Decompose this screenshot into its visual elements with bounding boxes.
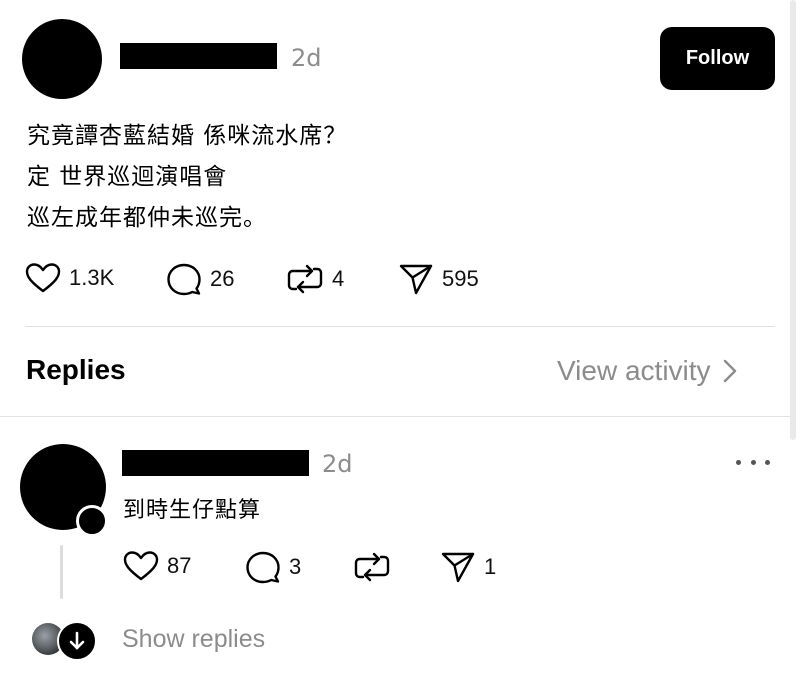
post-text-line: 定 世界巡迴演唱會 <box>27 164 228 190</box>
post-text: 究竟譚杏藍結婚 係咪流水席？ 定 世界巡迴演唱會 巡左成年都仲未巡完。 <box>27 116 347 239</box>
reply-text: 到時生仔點算 <box>123 498 262 523</box>
post-text-line: 究竟譚杏藍結婚 係咪流水席？ <box>27 123 348 149</box>
chevron-right-icon <box>723 359 737 383</box>
post-share-button[interactable]: 595 <box>398 262 479 296</box>
post-comment-button[interactable]: 26 <box>166 262 234 296</box>
reply-repost-button[interactable] <box>353 550 391 584</box>
post-repost-button[interactable]: 4 <box>286 262 344 296</box>
post-author-avatar[interactable] <box>22 19 102 99</box>
view-activity-label: View activity <box>557 355 711 386</box>
post-text-line: 巡左成年都仲未巡完。 <box>27 205 267 231</box>
reply-like-button[interactable]: 87 <box>123 550 191 582</box>
reply-more-button[interactable] <box>736 452 770 472</box>
reply-comment-button[interactable]: 3 <box>245 550 301 584</box>
speech-bubble-icon <box>245 550 281 584</box>
post-like-button[interactable]: 1.3K <box>25 262 114 294</box>
show-replies-link[interactable]: Show replies <box>122 625 265 654</box>
replies-heading: Replies <box>26 354 126 385</box>
reply-share-count: 1 <box>484 554 497 579</box>
post-divider <box>25 326 775 327</box>
thread-line <box>60 545 63 599</box>
post-like-count: 1.3K <box>69 265 115 290</box>
post-comment-count: 26 <box>210 266 235 291</box>
follow-button[interactable]: Follow <box>660 27 775 90</box>
heart-icon <box>25 262 61 294</box>
view-activity-link[interactable]: View activity <box>557 355 737 387</box>
repost-icon <box>353 550 391 584</box>
speech-bubble-icon <box>166 262 202 296</box>
paper-plane-icon <box>440 550 476 584</box>
paper-plane-icon <box>398 262 434 296</box>
more-dots-icon <box>736 459 741 465</box>
repost-icon <box>286 262 324 296</box>
heart-icon <box>123 550 159 582</box>
reply-comment-count: 3 <box>289 554 302 579</box>
reply-like-count: 87 <box>167 553 192 578</box>
reply-avatar-badge <box>76 505 108 537</box>
post-share-count: 595 <box>442 266 479 291</box>
reply-timestamp: 2d <box>322 450 353 478</box>
replies-divider <box>0 416 790 417</box>
arrow-down-icon <box>68 631 86 651</box>
scrollbar[interactable] <box>790 0 796 440</box>
reply-share-button[interactable]: 1 <box>440 550 496 584</box>
expand-replies-button[interactable] <box>57 621 97 661</box>
post-repost-count: 4 <box>332 266 345 291</box>
post-timestamp: 2d <box>291 44 322 72</box>
thread-page: 2d Follow 究竟譚杏藍結婚 係咪流水席？ 定 世界巡迴演唱會 巡左成年都… <box>0 0 800 680</box>
post-author-username-redacted[interactable] <box>120 43 277 69</box>
reply-author-username-redacted[interactable] <box>122 450 309 476</box>
